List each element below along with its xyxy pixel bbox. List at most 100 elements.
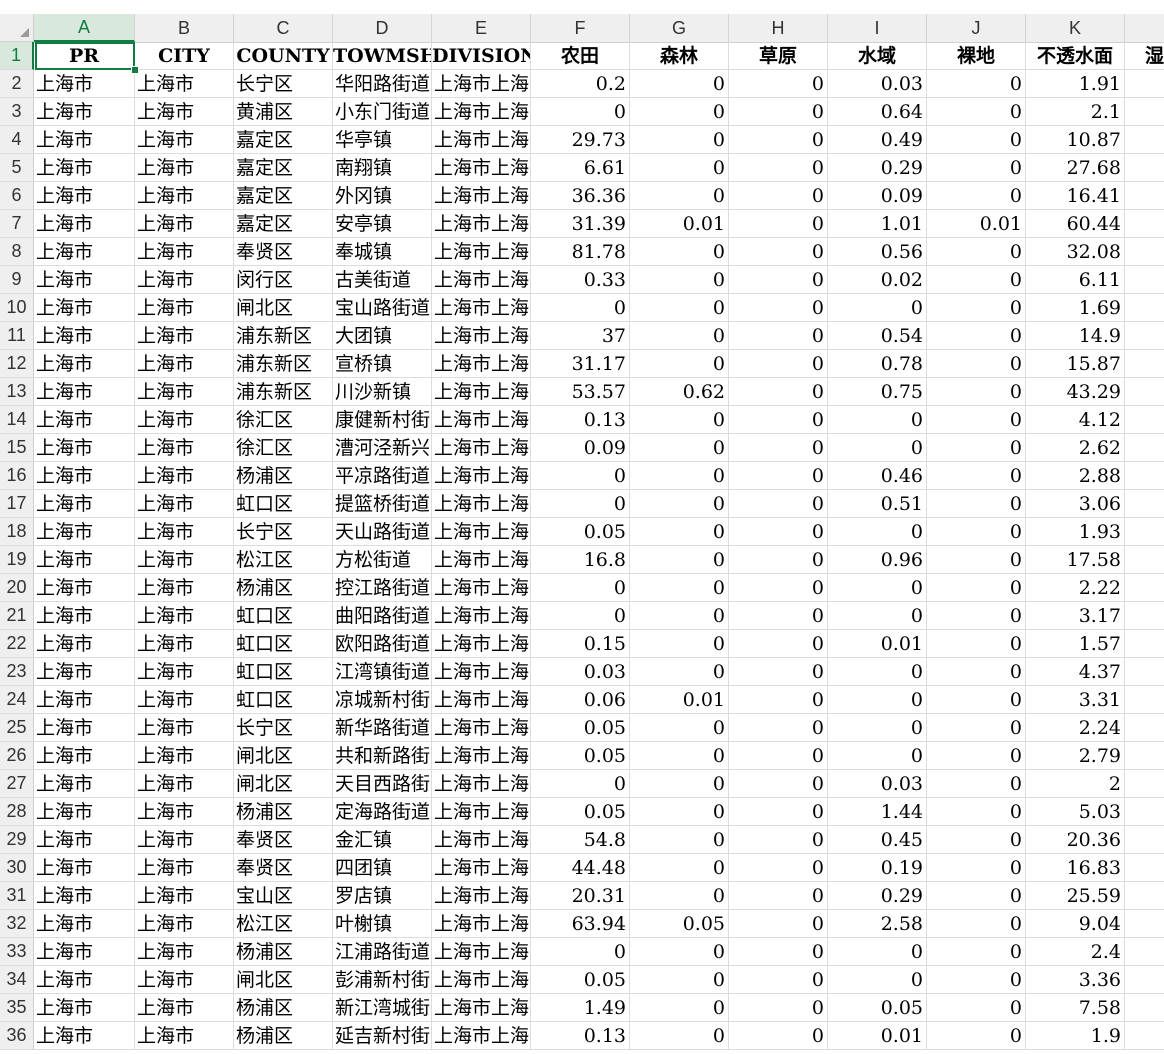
table-cell[interactable]: 大团镇 (333, 322, 432, 350)
table-cell[interactable] (1125, 490, 1164, 518)
table-cell[interactable]: 罗店镇 (333, 882, 432, 910)
table-cell[interactable]: 天山路街道 (333, 518, 432, 546)
table-cell[interactable]: 2 (1026, 770, 1125, 798)
table-cell[interactable]: 四团镇 (333, 854, 432, 882)
table-cell[interactable]: 0 (729, 938, 828, 966)
table-cell[interactable]: 0 (630, 182, 729, 210)
table-cell[interactable]: 上海市 (135, 938, 234, 966)
table-cell[interactable]: 0 (729, 154, 828, 182)
table-cell[interactable]: 上海市上海市 (432, 182, 531, 210)
table-cell[interactable]: 上海市上海市 (432, 686, 531, 714)
table-cell[interactable]: 江湾镇街道 (333, 658, 432, 686)
table-cell[interactable]: 上海市 (135, 602, 234, 630)
table-cell[interactable]: 长宁区 (234, 518, 333, 546)
row-header[interactable]: 18 (0, 518, 34, 546)
table-cell[interactable]: 康健新村街道 (333, 406, 432, 434)
row-header[interactable]: 13 (0, 378, 34, 406)
table-cell[interactable]: 37 (531, 322, 630, 350)
table-cell[interactable] (1125, 826, 1164, 854)
table-cell[interactable]: 上海市上海市 (432, 882, 531, 910)
table-cell[interactable]: 松江区 (234, 910, 333, 938)
table-cell[interactable]: 上海市 (135, 826, 234, 854)
table-cell[interactable]: 0 (630, 798, 729, 826)
table-cell[interactable]: 1.44 (828, 798, 927, 826)
table-cell[interactable]: 0 (630, 630, 729, 658)
row-header[interactable]: 16 (0, 462, 34, 490)
row-header[interactable]: 10 (0, 294, 34, 322)
table-cell[interactable]: 1.49 (531, 994, 630, 1022)
table-cell[interactable]: 川沙新镇 (333, 378, 432, 406)
table-cell[interactable]: 0 (531, 602, 630, 630)
table-cell[interactable]: 上海市上海市 (432, 378, 531, 406)
table-cell[interactable]: 杨浦区 (234, 938, 333, 966)
table-cell[interactable]: 14.9 (1026, 322, 1125, 350)
fill-handle[interactable] (131, 66, 139, 74)
table-cell[interactable] (1125, 658, 1164, 686)
table-cell[interactable]: 0 (531, 574, 630, 602)
table-cell[interactable]: 4.12 (1026, 406, 1125, 434)
table-cell[interactable]: 安亭镇 (333, 210, 432, 238)
table-cell[interactable]: 0 (729, 882, 828, 910)
table-cell[interactable]: 虹口区 (234, 630, 333, 658)
table-cell[interactable]: 上海市上海市 (432, 854, 531, 882)
table-cell[interactable]: 上海市上海市 (432, 574, 531, 602)
table-cell[interactable]: 0 (927, 826, 1026, 854)
table-cell[interactable]: 0.45 (828, 826, 927, 854)
table-cell[interactable]: 长宁区 (234, 70, 333, 98)
table-cell[interactable]: 0 (630, 658, 729, 686)
column-header-col7[interactable]: G (630, 14, 729, 42)
table-cell[interactable]: 上海市上海市 (432, 406, 531, 434)
table-cell[interactable]: 0 (927, 574, 1026, 602)
table-cell[interactable]: 延吉新村街道 (333, 1022, 432, 1050)
table-cell[interactable]: 0.62 (630, 378, 729, 406)
table-cell[interactable]: 上海市 (34, 490, 135, 518)
table-cell[interactable]: 0 (927, 1022, 1026, 1050)
row-header[interactable]: 17 (0, 490, 34, 518)
table-cell[interactable]: 43.29 (1026, 378, 1125, 406)
table-cell[interactable]: 0 (729, 294, 828, 322)
table-cell[interactable] (1125, 238, 1164, 266)
table-cell[interactable]: 0 (630, 98, 729, 126)
table-cell[interactable] (1125, 154, 1164, 182)
column-header-col9[interactable]: I (828, 14, 927, 42)
table-cell[interactable] (1125, 546, 1164, 574)
table-cell[interactable]: 0 (729, 238, 828, 266)
row-header[interactable]: 36 (0, 1022, 34, 1050)
table-cell[interactable]: 5.03 (1026, 798, 1125, 826)
table-cell[interactable]: 虹口区 (234, 602, 333, 630)
table-cell[interactable]: 闸北区 (234, 294, 333, 322)
table-cell[interactable]: 上海市上海市 (432, 210, 531, 238)
table-cell[interactable]: 0 (927, 602, 1026, 630)
table-cell[interactable]: 0 (729, 910, 828, 938)
table-cell[interactable]: 0 (729, 210, 828, 238)
row-header[interactable]: 23 (0, 658, 34, 686)
table-cell[interactable]: 上海市 (34, 1022, 135, 1050)
table-cell[interactable] (1125, 686, 1164, 714)
table-cell[interactable]: 控江路街道 (333, 574, 432, 602)
table-cell[interactable]: 0 (630, 70, 729, 98)
table-cell[interactable]: 1.9 (1026, 1022, 1125, 1050)
table-cell[interactable]: 16.83 (1026, 854, 1125, 882)
table-cell[interactable]: 0.19 (828, 854, 927, 882)
table-cell[interactable]: 0 (828, 966, 927, 994)
table-cell[interactable]: 0 (927, 182, 1026, 210)
table-cell[interactable]: 闵行区 (234, 266, 333, 294)
table-cell[interactable] (1125, 1022, 1164, 1050)
table-cell[interactable]: 上海市上海市 (432, 238, 531, 266)
table-cell[interactable]: 0 (729, 742, 828, 770)
column-header-col3[interactable]: C (234, 14, 333, 42)
table-cell[interactable]: 上海市 (135, 630, 234, 658)
table-cell[interactable] (1125, 378, 1164, 406)
table-cell[interactable]: 0 (630, 546, 729, 574)
table-cell[interactable] (1125, 518, 1164, 546)
column-title-cell[interactable]: 草原 (729, 42, 828, 70)
select-all-button[interactable] (0, 14, 34, 42)
table-cell[interactable]: 上海市上海市 (432, 350, 531, 378)
table-cell[interactable]: 0 (729, 322, 828, 350)
table-cell[interactable]: 上海市上海市 (432, 826, 531, 854)
table-cell[interactable]: 上海市 (34, 742, 135, 770)
column-header-col6[interactable]: F (531, 14, 630, 42)
table-cell[interactable]: 虹口区 (234, 658, 333, 686)
table-cell[interactable] (1125, 742, 1164, 770)
table-cell[interactable]: 上海市 (34, 658, 135, 686)
